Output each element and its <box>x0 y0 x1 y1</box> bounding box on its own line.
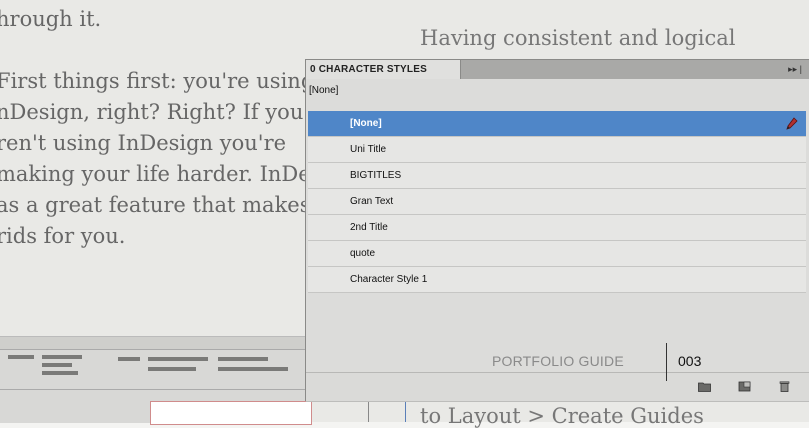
panel-tab-bar: 0 CHARACTER STYLES ▸▸ | <box>306 60 809 79</box>
doc-right-footer: to Layout > Create Guides <box>420 404 704 428</box>
thumbnail-ruler <box>0 389 309 390</box>
doc-line: nDesign, right? Right? If you <box>0 100 304 124</box>
portfolio-guide-label: PORTFOLIO GUIDE <box>492 353 624 369</box>
doc-paragraph-2: First things first: you're using nDesign… <box>0 66 306 252</box>
style-list: [None] Uni Title BIGTITLES Gran Text 2nd… <box>308 111 806 293</box>
doc-right-heading: Having consistent and logical <box>420 26 736 50</box>
style-item-uni-title[interactable]: Uni Title <box>308 137 806 163</box>
style-item-label: 2nd Title <box>350 222 388 233</box>
style-item-label: [None] <box>350 118 382 129</box>
footer-separator <box>666 343 667 381</box>
doc-line: as a great feature that makes <box>0 193 306 217</box>
style-item-label: BIGTITLES <box>350 170 402 181</box>
tab-character-styles[interactable]: 0 CHARACTER STYLES <box>306 60 461 79</box>
delete-style-icon[interactable] <box>778 381 791 392</box>
pen-icon <box>786 117 798 130</box>
style-item-gran-text[interactable]: Gran Text <box>308 189 806 215</box>
character-styles-panel: 0 CHARACTER STYLES ▸▸ | [None] [None] Un… <box>305 59 809 401</box>
page-number: 003 <box>678 353 702 369</box>
style-item-none[interactable]: [None] <box>308 111 806 137</box>
style-item-quote[interactable]: quote <box>308 241 806 267</box>
new-style-icon[interactable] <box>738 381 751 392</box>
doc-line: ren't using InDesign you're <box>0 131 287 155</box>
style-item-character-style-1[interactable]: Character Style 1 <box>308 267 806 293</box>
doc-line: making your life harder. InDe <box>0 162 306 186</box>
style-item-label: quote <box>350 248 376 259</box>
doc-paragraph-1: hrough it. <box>0 4 306 35</box>
layout-guide <box>405 400 406 422</box>
thumbnail-menubar <box>0 337 309 350</box>
doc-line: First things first: you're using <box>0 69 306 93</box>
style-item-label: Uni Title <box>350 144 387 155</box>
doc-line: rids for you. <box>0 224 126 248</box>
doc-line: hrough it. <box>0 7 102 31</box>
panel-menu-icon[interactable]: ▸▸ | <box>788 60 802 79</box>
style-item-2nd-title[interactable]: 2nd Title <box>308 215 806 241</box>
indesign-screenshot-thumbnail <box>0 336 312 425</box>
document-body-text: hrough it. First things first: you're us… <box>0 4 306 283</box>
style-item-label: Character Style 1 <box>350 274 428 285</box>
current-style-label: [None] <box>309 85 339 96</box>
new-group-folder-icon[interactable] <box>698 381 711 392</box>
panel-footer <box>306 372 809 401</box>
style-item-bigtitles[interactable]: BIGTITLES <box>308 163 806 189</box>
thumbnail-toolbar <box>8 353 303 383</box>
style-item-label: Gran Text <box>350 196 394 207</box>
thumbnail-page <box>150 401 312 425</box>
